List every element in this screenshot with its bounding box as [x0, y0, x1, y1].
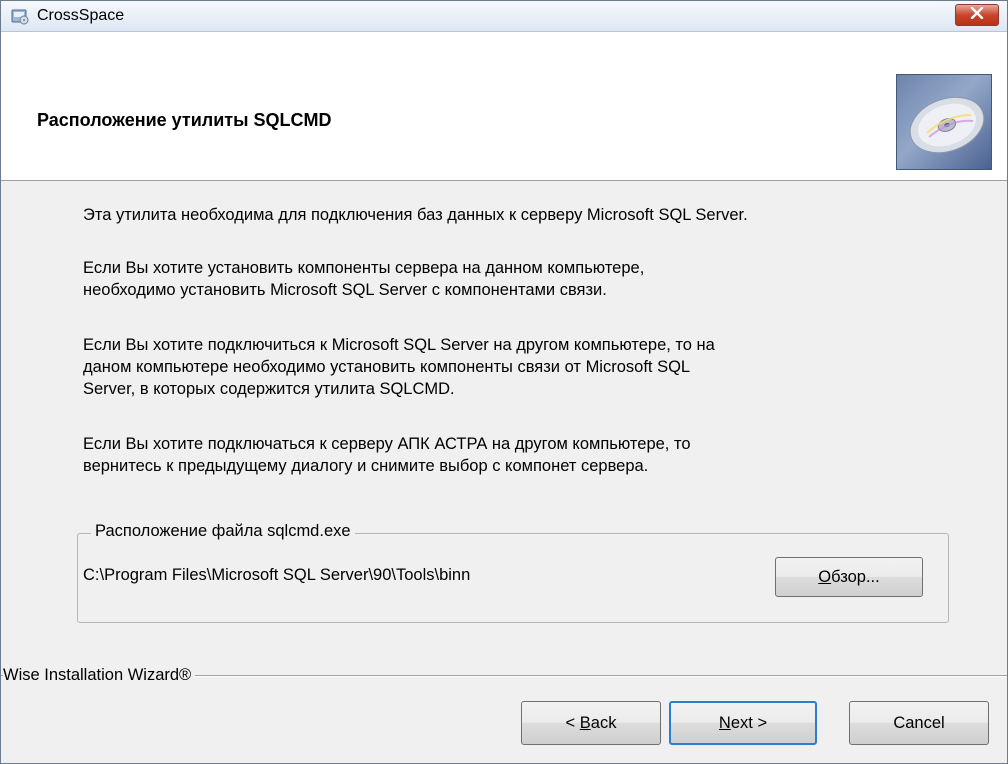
- cd-disc-icon: [896, 74, 992, 170]
- installer-app-icon: [11, 7, 29, 25]
- close-button[interactable]: [955, 4, 999, 26]
- cancel-button[interactable]: Cancel: [849, 701, 989, 745]
- intro-paragraph: Эта утилита необходима для подключения б…: [83, 206, 748, 224]
- file-location-legend: Расположение файла sqlcmd.exe: [91, 522, 355, 541]
- astra-server-paragraph: Если Вы хотите подключаться к серверу АП…: [83, 435, 691, 475]
- window-title: CrossSpace: [37, 7, 125, 24]
- sqlcmd-path: C:\Program Files\Microsoft SQL Server\90…: [83, 566, 471, 584]
- back-button[interactable]: < Back: [521, 701, 661, 745]
- wizard-brand: Wise Installation Wizard®: [3, 666, 196, 685]
- close-icon: [970, 6, 984, 24]
- browse-button[interactable]: Обзор...: [775, 557, 923, 597]
- installer-window: CrossSpace Расположение утилиты SQLCMD Э…: [0, 0, 1008, 764]
- remote-server-paragraph: Если Вы хотите подключиться к Microsoft …: [83, 336, 715, 398]
- local-server-paragraph: Если Вы хотите установить компоненты сер…: [83, 259, 645, 299]
- next-button[interactable]: Next >: [669, 701, 817, 745]
- title-bar[interactable]: CrossSpace: [1, 1, 1007, 32]
- page-title: Расположение утилиты SQLCMD: [37, 110, 332, 130]
- wizard-header: Расположение утилиты SQLCMD: [1, 32, 1007, 181]
